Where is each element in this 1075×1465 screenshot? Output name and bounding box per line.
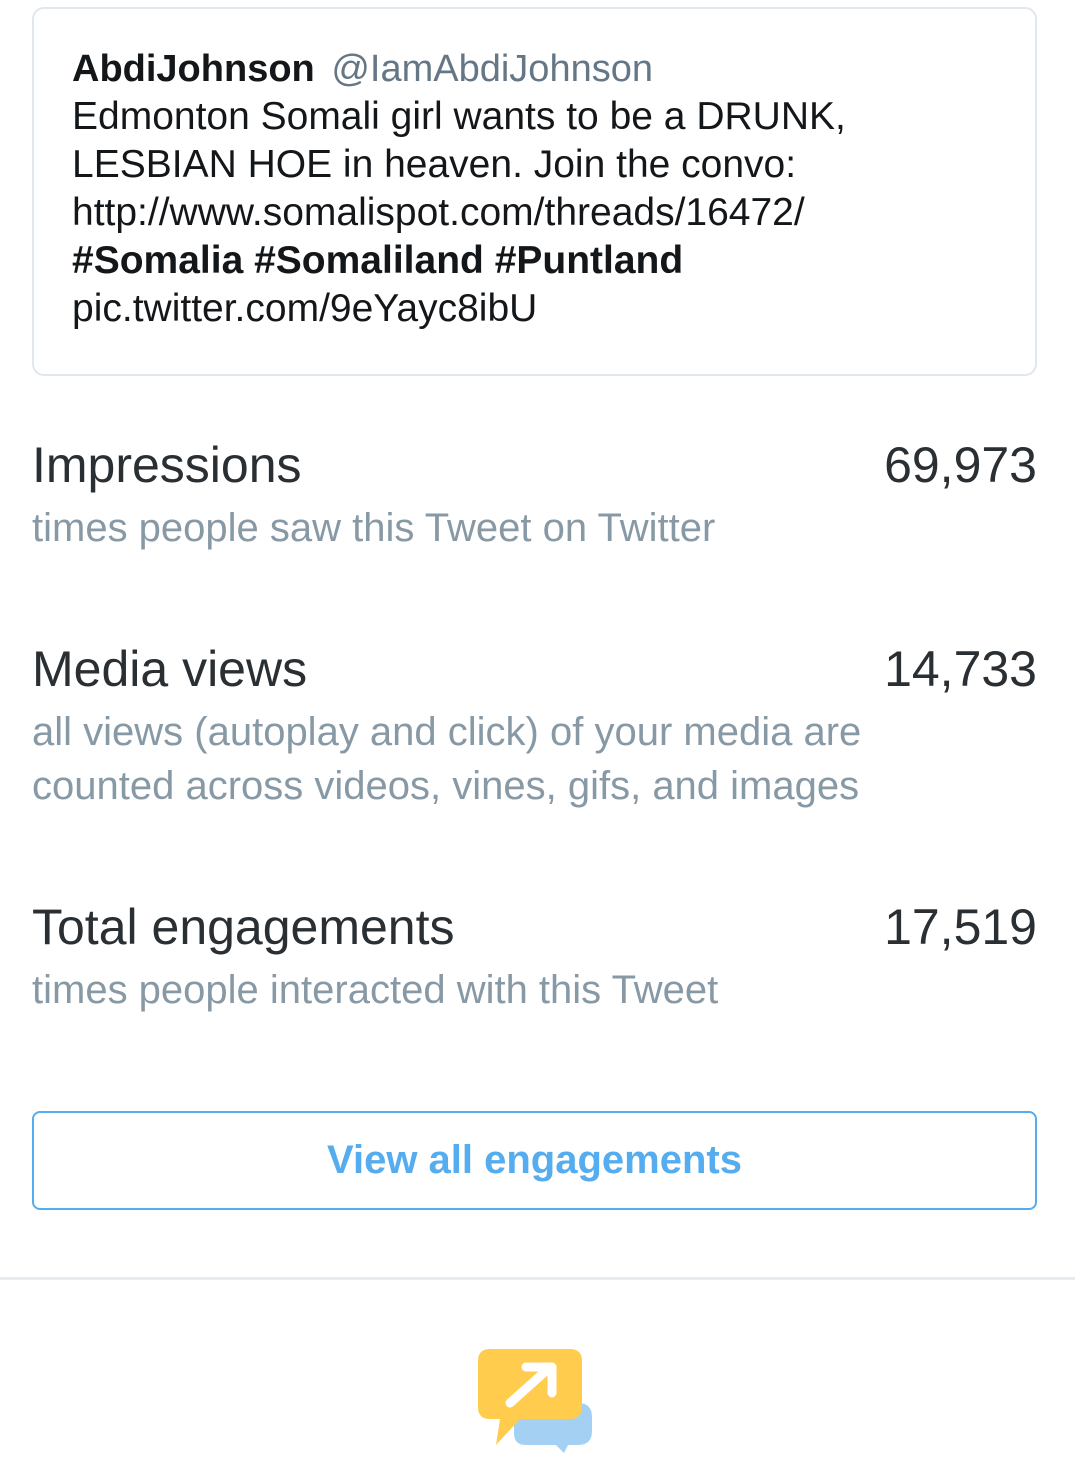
tweet-text: Edmonton Somali girl wants to be a DRUNK… bbox=[72, 93, 997, 333]
author-name[interactable]: AbdiJohnson bbox=[72, 48, 315, 90]
metric-value: 14,733 bbox=[884, 641, 1037, 697]
hashtag-puntland[interactable]: #Puntland bbox=[495, 239, 684, 282]
metric-description: all views (autoplay and click) of your m… bbox=[32, 710, 862, 808]
tweet-card[interactable]: AbdiJohnson @IamAbdiJohnson Edmonton Som… bbox=[32, 7, 1037, 376]
hashtag-somalia[interactable]: #Somalia bbox=[72, 239, 243, 282]
promote-speech-bubble-icon[interactable] bbox=[470, 1345, 600, 1455]
tweet-header: AbdiJohnson @IamAbdiJohnson bbox=[72, 45, 997, 93]
metric-title: Media views bbox=[32, 641, 308, 697]
metric-title: Total engagements bbox=[32, 899, 455, 955]
author-handle[interactable]: @IamAbdiJohnson bbox=[331, 48, 653, 90]
hashtag-somaliland[interactable]: #Somaliland bbox=[254, 239, 484, 282]
tweet-text-line: LESBIAN HOE in heaven. Join the convo: bbox=[72, 143, 797, 186]
pic-link[interactable]: pic.twitter.com/9eYayc8ibU bbox=[72, 285, 997, 333]
metric-value: 69,973 bbox=[884, 437, 1037, 493]
metric-value: 17,519 bbox=[884, 899, 1037, 955]
hashtag-list: #Somalia #Somaliland #Puntland bbox=[72, 237, 997, 285]
tweet-link[interactable]: http://www.somalispot.com/threads/16472/ bbox=[72, 189, 997, 237]
view-all-engagements-button[interactable]: View all engagements bbox=[32, 1111, 1037, 1210]
metric-description: times people interacted with this Tweet bbox=[32, 968, 719, 1012]
tweet-text-line: Edmonton Somali girl wants to be a DRUNK… bbox=[72, 95, 846, 138]
divider bbox=[0, 1277, 1075, 1280]
metric-description: times people saw this Tweet on Twitter bbox=[32, 506, 716, 550]
metric-title: Impressions bbox=[32, 437, 302, 493]
